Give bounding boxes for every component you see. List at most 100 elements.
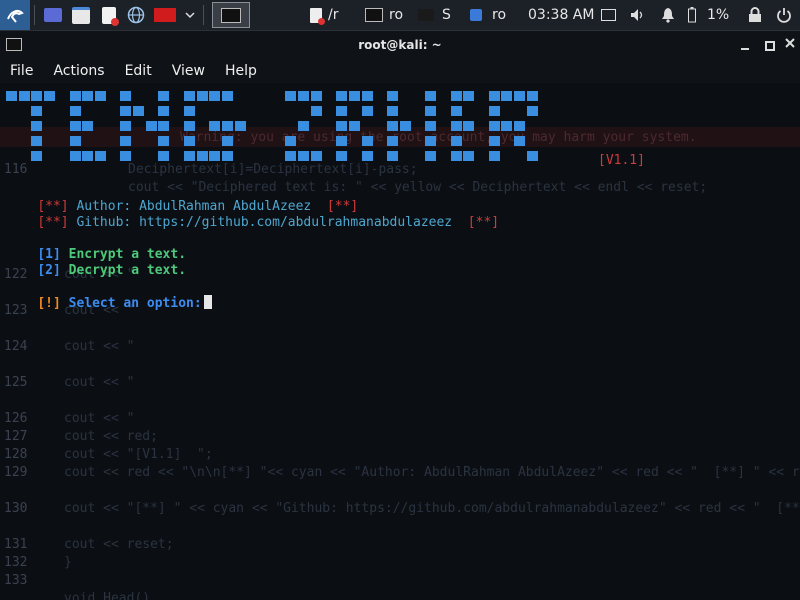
- menu-file[interactable]: File: [0, 63, 43, 79]
- banner-block: [69, 136, 81, 146]
- battery-level: 1%: [707, 7, 730, 23]
- banner-block: [18, 91, 30, 101]
- top-panel: /r ro S ro 03:38 AM 1%: [0, 0, 800, 31]
- banner-block: [501, 121, 513, 131]
- banner-block: [336, 91, 348, 101]
- banner-block: [450, 136, 462, 146]
- banner-block: [44, 91, 56, 101]
- taskbar-item-browser[interactable]: ro: [470, 0, 506, 30]
- version-label: [V1.1]: [598, 153, 645, 168]
- background-code-line: }: [64, 555, 72, 570]
- terminal-launcher-icon[interactable]: [212, 2, 250, 28]
- window-titlebar[interactable]: root@kali: ~: [0, 31, 800, 59]
- banner-block: [120, 151, 132, 161]
- banner-block: [183, 136, 195, 146]
- banner-block: [158, 151, 170, 161]
- banner-block: [158, 91, 170, 101]
- taskbar-label: S: [442, 7, 451, 23]
- browser-icon[interactable]: [123, 0, 149, 30]
- banner-block: [514, 121, 525, 131]
- taskbar-item-text[interactable]: /r: [310, 0, 338, 30]
- banner-block: [361, 106, 373, 116]
- background-line-number: 133: [4, 573, 28, 588]
- banner-block: [158, 121, 170, 131]
- text-editor-icon[interactable]: [95, 0, 123, 30]
- file-manager-icon[interactable]: [67, 0, 95, 30]
- banner-block: [501, 91, 513, 101]
- background-code-line: void Head(): [64, 591, 151, 600]
- banner-block: [6, 91, 17, 101]
- select-prompt[interactable]: [!] Select an option:: [6, 280, 212, 326]
- notification-bell-icon[interactable]: [661, 0, 675, 30]
- background-code-line: cout << ": [64, 375, 135, 390]
- background-line-number: 125: [4, 375, 28, 390]
- banner-block: [196, 151, 208, 161]
- banner-block: [463, 91, 475, 101]
- battery-icon[interactable]: [688, 0, 696, 30]
- banner-block: [209, 121, 221, 131]
- background-code-line: cout << "[**] " << cyan << "Github: http…: [64, 501, 800, 516]
- background-line-number: 128: [4, 447, 28, 462]
- banner-block: [221, 121, 233, 131]
- banner-block: [361, 91, 373, 101]
- text-cursor[interactable]: [203, 295, 212, 309]
- banner-block: [82, 91, 94, 101]
- kali-menu-icon[interactable]: [0, 0, 30, 30]
- power-icon[interactable]: [776, 0, 792, 30]
- background-code-line: cout << red << "\n\n[**] "<< cyan << "Au…: [64, 465, 800, 480]
- banner-block: [285, 136, 297, 146]
- taskbar-label: ro: [492, 7, 507, 23]
- banner-block: [425, 91, 437, 101]
- option-label: Decrypt a text.: [68, 263, 187, 278]
- banner-block: [82, 151, 94, 161]
- banner-block: [361, 136, 373, 146]
- banner-block: [285, 151, 297, 161]
- banner-block: [183, 121, 195, 131]
- github-suffix: [**]: [467, 215, 500, 230]
- menu-help[interactable]: Help: [215, 63, 267, 79]
- terminal-output[interactable]: Warning: you are using the root account,…: [0, 83, 800, 600]
- clock[interactable]: 03:38 AM: [528, 0, 594, 30]
- banner-block: [133, 106, 144, 116]
- banner-block: [336, 106, 348, 116]
- banner-block: [31, 136, 43, 146]
- banner-block: [514, 91, 525, 101]
- github-prefix: [**]: [37, 215, 69, 230]
- banner-block: [387, 121, 398, 131]
- banner-block: [69, 121, 81, 131]
- banner-block: [310, 106, 322, 116]
- screen-icon[interactable]: [601, 0, 616, 30]
- close-icon[interactable]: [784, 37, 796, 52]
- menu-view[interactable]: View: [162, 63, 215, 79]
- show-desktop-icon[interactable]: [39, 0, 67, 30]
- minimize-icon[interactable]: [738, 38, 752, 52]
- banner-block: [336, 136, 348, 146]
- taskbar-item-terminal[interactable]: ro: [365, 0, 403, 30]
- taskbar-item-s[interactable]: S: [418, 0, 451, 30]
- banner-block: [425, 136, 437, 146]
- banner-block: [336, 151, 348, 161]
- banner-block: [450, 106, 462, 116]
- background-code-line: cout << "[V1.1] ";: [64, 447, 213, 462]
- volume-icon[interactable]: [630, 0, 646, 30]
- maximize-icon[interactable]: [762, 38, 776, 52]
- banner-block: [31, 91, 43, 101]
- banner-block: [450, 121, 462, 131]
- banner-block: [221, 151, 233, 161]
- banner-block: [69, 151, 81, 161]
- flag-app-icon[interactable]: [149, 0, 181, 30]
- menu-actions[interactable]: Actions: [43, 63, 114, 79]
- banner-block: [336, 121, 348, 131]
- menu-edit[interactable]: Edit: [115, 63, 162, 79]
- banner-block: [31, 106, 43, 116]
- banner-block: [488, 151, 500, 161]
- banner-block: [310, 91, 322, 101]
- banner-block: [425, 106, 437, 116]
- lock-icon[interactable]: [748, 0, 762, 30]
- background-line-number: 124: [4, 339, 28, 354]
- background-code-line: cout << ": [64, 411, 135, 426]
- chevron-down-icon[interactable]: [181, 0, 199, 30]
- background-code-line: cout << reset;: [64, 537, 174, 552]
- banner-block: [94, 151, 106, 161]
- background-code-line: cout << red;: [64, 429, 158, 444]
